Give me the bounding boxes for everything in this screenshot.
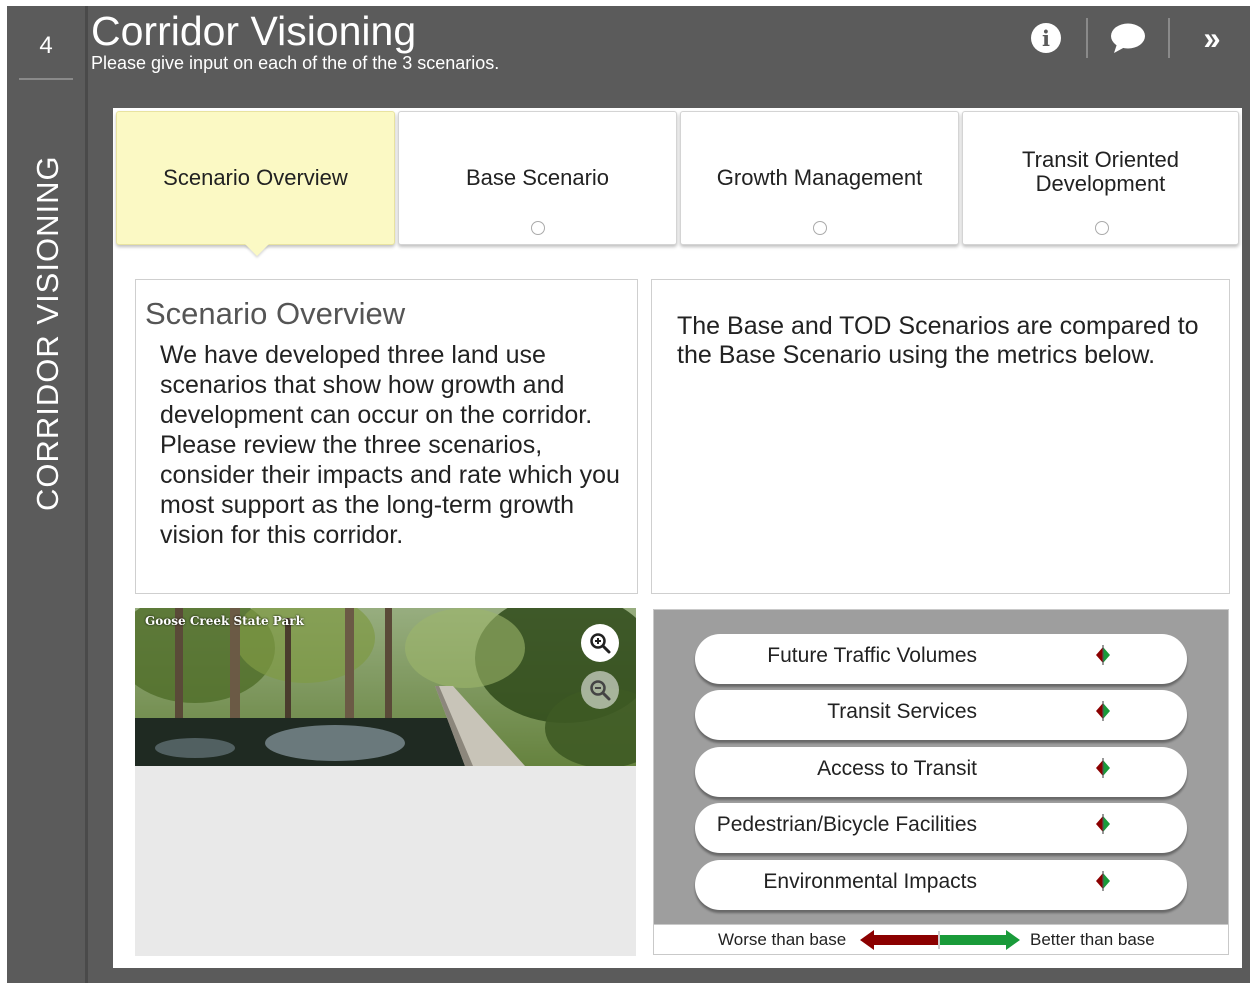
metric-label: Future Traffic Volumes	[767, 644, 977, 667]
zoom-out-icon	[590, 680, 611, 701]
metric-label: Pedestrian/Bicycle Facilities	[716, 813, 977, 836]
metric-label: Environmental Impacts	[763, 870, 977, 893]
zoom-in-button[interactable]	[581, 624, 619, 662]
metrics-legend: Worse than base Better than base	[654, 924, 1228, 954]
comment-icon	[1111, 23, 1145, 53]
radio-icon	[1095, 221, 1109, 235]
tab-growth-management[interactable]: Growth Management	[680, 111, 959, 245]
scenario-tabs: Scenario Overview Base Scenario Growth M…	[116, 111, 1239, 245]
comparison-indicator-icon	[1096, 871, 1110, 891]
comparison-indicator-icon	[1096, 701, 1110, 721]
worse-better-arrow-icon	[860, 930, 1020, 950]
tab-label: Base Scenario	[465, 165, 610, 190]
park-photo: Goose Creek State Park	[135, 608, 636, 766]
zoom-in-icon	[590, 633, 611, 654]
info-button[interactable]: i	[1006, 6, 1086, 70]
legend-better-label: Better than base	[1030, 930, 1155, 949]
metric-row[interactable]: Transit Services	[695, 690, 1187, 740]
tab-label: Transit Oriented Development	[1022, 147, 1179, 196]
header-actions: i ››	[1006, 6, 1250, 70]
metric-label: Transit Services	[827, 700, 977, 723]
rail-divider	[19, 78, 73, 80]
metric-label: Access to Transit	[817, 757, 977, 780]
step-number: 4	[39, 32, 53, 59]
photo-caption: Goose Creek State Park	[145, 614, 304, 628]
page-header: Corridor Visioning Please give input on …	[88, 6, 1250, 86]
metric-row[interactable]: Environmental Impacts	[695, 860, 1187, 910]
app-frame: 4 CORRIDOR VISIONING Corridor Visioning …	[7, 6, 1250, 983]
next-button[interactable]: ››	[1170, 6, 1250, 70]
tab-scenario-overview[interactable]: Scenario Overview	[116, 111, 395, 245]
zoom-out-button[interactable]	[581, 671, 619, 709]
comparison-text: The Base and TOD Scenarios are compared …	[677, 312, 1199, 369]
overview-box: Scenario Overview We have developed thre…	[135, 279, 638, 594]
comment-button[interactable]	[1088, 6, 1168, 70]
overview-text: We have developed three land use scenari…	[160, 341, 620, 549]
radio-icon	[531, 221, 545, 235]
double-chevron-right-icon: ››	[1203, 19, 1220, 56]
overview-heading: Scenario Overview	[145, 296, 406, 331]
tab-base-scenario[interactable]: Base Scenario	[398, 111, 677, 245]
page-title: Corridor Visioning	[91, 8, 417, 54]
metric-row[interactable]: Access to Transit	[695, 747, 1187, 797]
metrics-panel: Future Traffic Volumes Transit Services …	[653, 609, 1229, 955]
radio-icon	[813, 221, 827, 235]
page-subtitle: Please give input on each of the of the …	[91, 53, 500, 73]
rail-title: CORRIDOR VISIONING	[30, 155, 65, 511]
photo-panel: Goose Creek State Park	[135, 608, 636, 956]
comparison-indicator-icon	[1096, 645, 1110, 665]
metric-row[interactable]: Future Traffic Volumes	[695, 634, 1187, 684]
comparison-indicator-icon	[1096, 814, 1110, 834]
comparison-indicator-icon	[1096, 758, 1110, 778]
legend-worse-label: Worse than base	[718, 930, 847, 949]
content-panel: Scenario Overview Base Scenario Growth M…	[113, 108, 1242, 968]
tab-transit-oriented-development[interactable]: Transit Oriented Development	[962, 111, 1239, 245]
tab-label: Growth Management	[716, 165, 923, 190]
comparison-box: The Base and TOD Scenarios are compared …	[651, 279, 1230, 594]
tab-label: Scenario Overview	[163, 165, 348, 190]
info-icon: i	[1031, 23, 1061, 53]
metric-row[interactable]: Pedestrian/Bicycle Facilities	[695, 803, 1187, 853]
step-rail: 4 CORRIDOR VISIONING	[7, 6, 88, 983]
